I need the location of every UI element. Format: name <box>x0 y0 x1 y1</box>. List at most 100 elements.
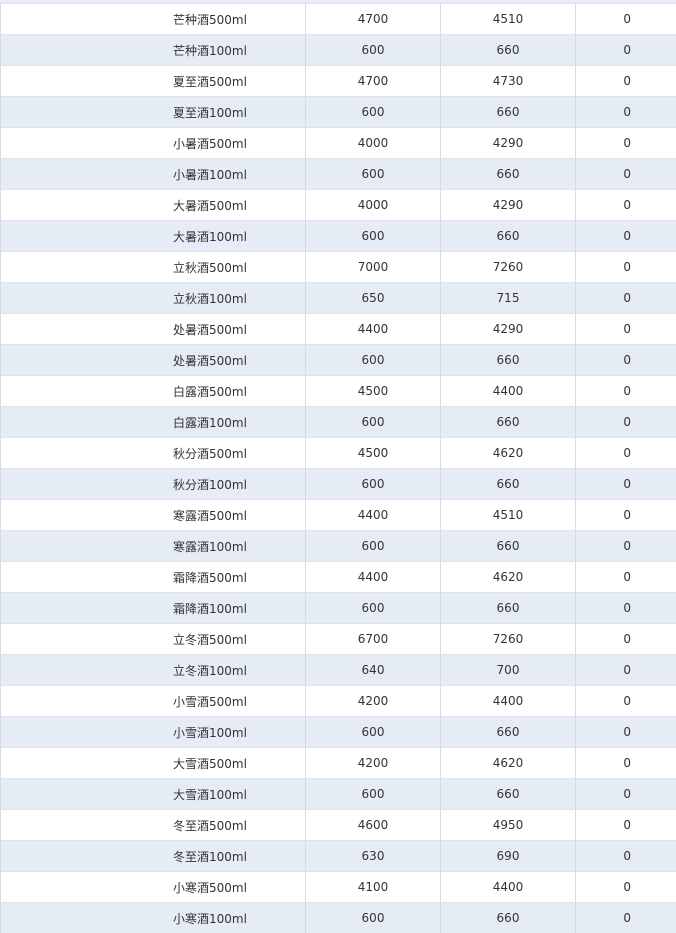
value-cell-3: 4950 <box>441 810 576 841</box>
value-cell-3: 4290 <box>441 314 576 345</box>
value-cell-2: 650 <box>306 283 441 314</box>
product-name-cell: 白露酒500ml <box>1 376 306 407</box>
value-cell-2: 4100 <box>306 872 441 903</box>
product-name-cell: 大暑酒500ml <box>1 190 306 221</box>
table-row: 立冬酒100ml6407000 <box>1 655 676 686</box>
value-cell-3: 4400 <box>441 872 576 903</box>
value-cell-4: 0 <box>576 128 676 159</box>
value-cell-2: 600 <box>306 159 441 190</box>
value-cell-2: 600 <box>306 407 441 438</box>
table-row: 霜降酒100ml6006600 <box>1 593 676 624</box>
value-cell-3: 4510 <box>441 4 576 35</box>
value-cell-3: 660 <box>441 903 576 933</box>
product-name-cell: 冬至酒100ml <box>1 841 306 872</box>
value-cell-3: 4620 <box>441 748 576 779</box>
product-name-cell: 立秋酒100ml <box>1 283 306 314</box>
table-row: 寒露酒500ml440045100 <box>1 500 676 531</box>
value-cell-4: 0 <box>576 810 676 841</box>
value-cell-2: 4500 <box>306 438 441 469</box>
value-cell-4: 0 <box>576 655 676 686</box>
value-cell-2: 600 <box>306 779 441 810</box>
value-cell-2: 4600 <box>306 810 441 841</box>
value-cell-4: 0 <box>576 903 676 933</box>
value-cell-4: 0 <box>576 252 676 283</box>
value-cell-2: 4200 <box>306 748 441 779</box>
value-cell-2: 600 <box>306 97 441 128</box>
table-row: 立秋酒500ml700072600 <box>1 252 676 283</box>
value-cell-3: 4620 <box>441 438 576 469</box>
table-row: 夏至酒500ml470047300 <box>1 66 676 97</box>
value-cell-4: 0 <box>576 469 676 500</box>
table-row: 大雪酒100ml6006600 <box>1 779 676 810</box>
value-cell-4: 0 <box>576 438 676 469</box>
value-cell-2: 600 <box>306 531 441 562</box>
table-row: 白露酒500ml450044000 <box>1 376 676 407</box>
value-cell-3: 7260 <box>441 624 576 655</box>
value-cell-3: 700 <box>441 655 576 686</box>
value-cell-2: 4700 <box>306 66 441 97</box>
table-row: 冬至酒500ml460049500 <box>1 810 676 841</box>
value-cell-4: 0 <box>576 872 676 903</box>
table-row: 霜降酒500ml440046200 <box>1 562 676 593</box>
product-name-cell: 夏至酒500ml <box>1 66 306 97</box>
value-cell-3: 4400 <box>441 376 576 407</box>
value-cell-2: 640 <box>306 655 441 686</box>
product-name-cell: 秋分酒500ml <box>1 438 306 469</box>
value-cell-2: 4700 <box>306 4 441 35</box>
table-row: 夏至酒100ml6006600 <box>1 97 676 128</box>
value-cell-4: 0 <box>576 190 676 221</box>
value-cell-3: 4620 <box>441 562 576 593</box>
value-cell-2: 4000 <box>306 128 441 159</box>
table-row: 大雪酒500ml420046200 <box>1 748 676 779</box>
value-cell-3: 4290 <box>441 128 576 159</box>
value-cell-4: 0 <box>576 345 676 376</box>
value-cell-4: 0 <box>576 624 676 655</box>
table-row: 处暑酒500ml440042900 <box>1 314 676 345</box>
value-cell-3: 660 <box>441 531 576 562</box>
value-cell-3: 660 <box>441 221 576 252</box>
product-name-cell: 寒露酒500ml <box>1 500 306 531</box>
table-row: 秋分酒100ml6006600 <box>1 469 676 500</box>
product-name-cell: 大雪酒100ml <box>1 779 306 810</box>
product-name-cell: 冬至酒500ml <box>1 810 306 841</box>
value-cell-2: 6700 <box>306 624 441 655</box>
value-cell-4: 0 <box>576 283 676 314</box>
value-cell-4: 0 <box>576 686 676 717</box>
value-cell-2: 7000 <box>306 252 441 283</box>
table-row: 小寒酒500ml410044000 <box>1 872 676 903</box>
value-cell-3: 690 <box>441 841 576 872</box>
value-cell-4: 0 <box>576 562 676 593</box>
product-name-cell: 白露酒100ml <box>1 407 306 438</box>
product-name-cell: 小寒酒100ml <box>1 903 306 933</box>
product-name-cell: 小雪酒100ml <box>1 717 306 748</box>
value-cell-4: 0 <box>576 593 676 624</box>
product-name-cell: 小暑酒100ml <box>1 159 306 190</box>
value-cell-3: 660 <box>441 717 576 748</box>
value-cell-3: 660 <box>441 469 576 500</box>
table-row: 小暑酒500ml400042900 <box>1 128 676 159</box>
value-cell-2: 4400 <box>306 500 441 531</box>
value-cell-4: 0 <box>576 407 676 438</box>
table-row: 小暑酒100ml6006600 <box>1 159 676 190</box>
value-cell-2: 600 <box>306 221 441 252</box>
value-cell-3: 660 <box>441 407 576 438</box>
value-cell-4: 0 <box>576 717 676 748</box>
value-cell-3: 4730 <box>441 66 576 97</box>
product-name-cell: 立冬酒500ml <box>1 624 306 655</box>
product-name-cell: 夏至酒100ml <box>1 97 306 128</box>
value-cell-3: 660 <box>441 345 576 376</box>
value-cell-3: 7260 <box>441 252 576 283</box>
table-row: 秋分酒500ml450046200 <box>1 438 676 469</box>
value-cell-4: 0 <box>576 314 676 345</box>
value-cell-2: 600 <box>306 35 441 66</box>
table-row: 寒露酒100ml6006600 <box>1 531 676 562</box>
value-cell-4: 0 <box>576 376 676 407</box>
value-cell-4: 0 <box>576 97 676 128</box>
table-row: 冬至酒100ml6306900 <box>1 841 676 872</box>
value-cell-3: 4290 <box>441 190 576 221</box>
value-cell-2: 600 <box>306 717 441 748</box>
value-cell-4: 0 <box>576 531 676 562</box>
product-name-cell: 芒种酒100ml <box>1 35 306 66</box>
table-row: 大暑酒100ml6006600 <box>1 221 676 252</box>
table-row: 立冬酒500ml670072600 <box>1 624 676 655</box>
